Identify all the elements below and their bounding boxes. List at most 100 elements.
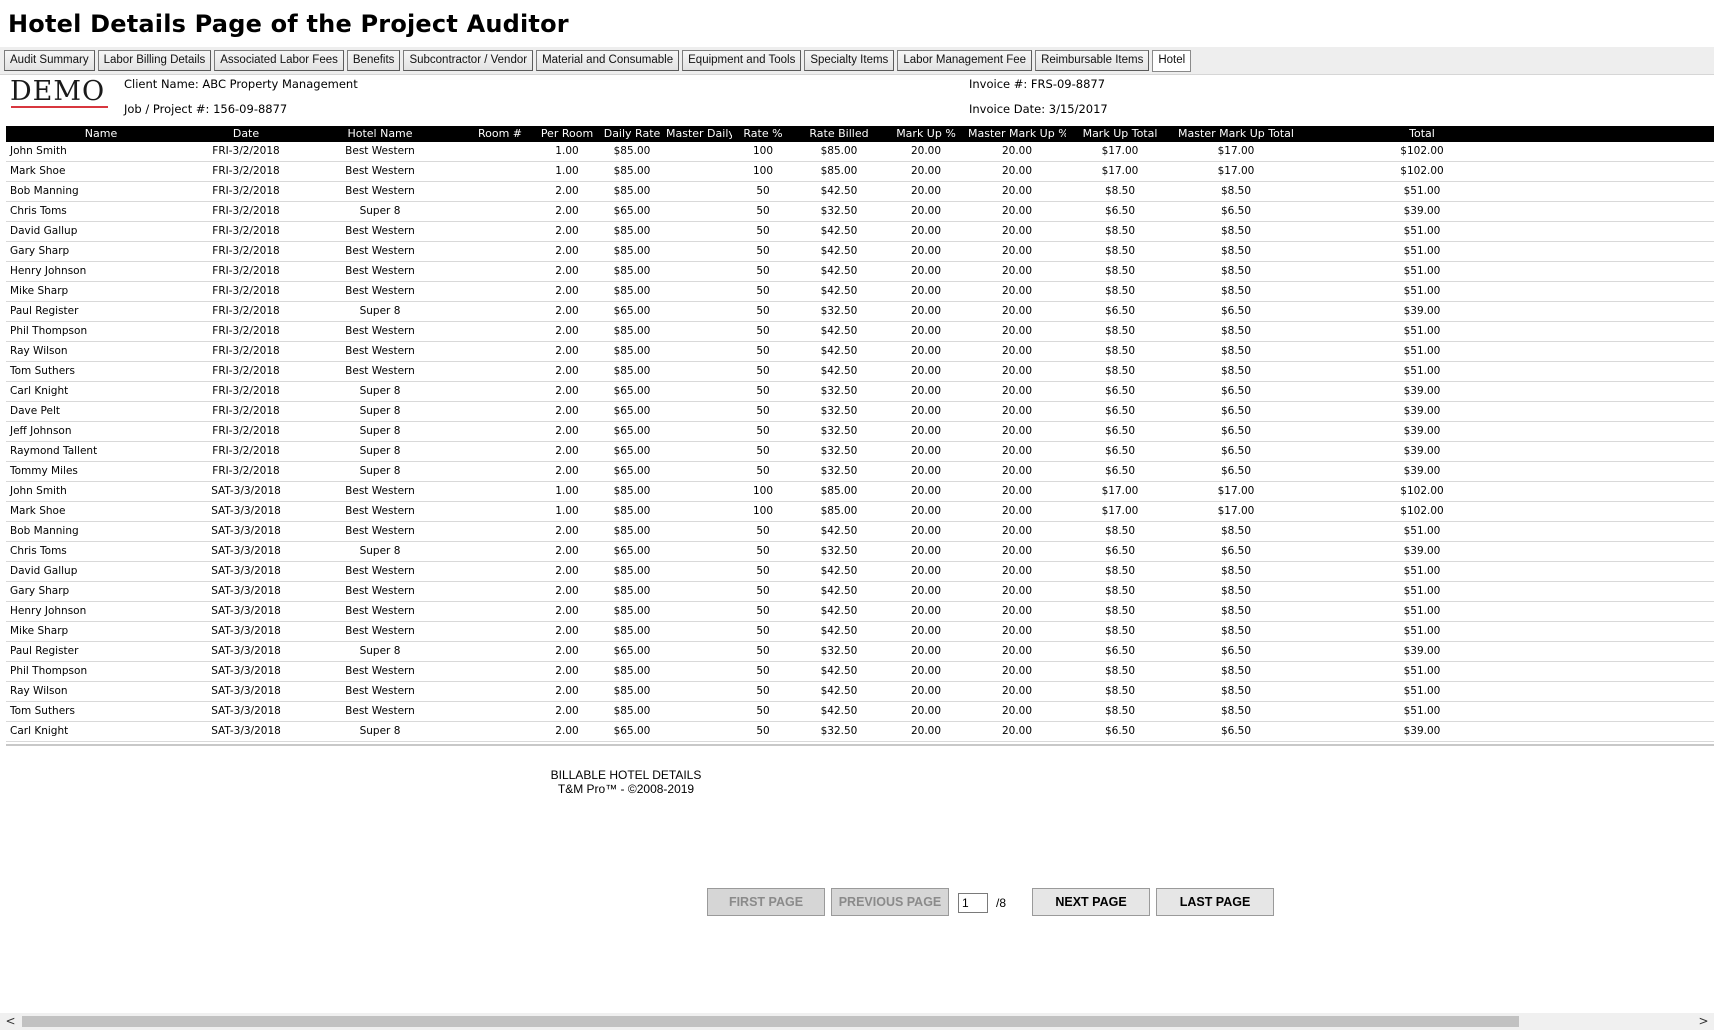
table-cell: 20.00: [968, 361, 1066, 382]
table-cell: $85.00: [794, 501, 884, 522]
table-cell: 20.00: [968, 581, 1066, 602]
tab-hotel[interactable]: Hotel: [1152, 50, 1192, 72]
table-cell: 20.00: [968, 221, 1066, 242]
scrollbar-thumb[interactable]: [22, 1016, 1519, 1027]
table-cell: $32.50: [794, 401, 884, 422]
tab-equipment-and-tools[interactable]: Equipment and Tools: [682, 50, 802, 71]
scroll-left-arrow-icon[interactable]: <: [2, 1013, 19, 1030]
table-row: Bob Manning SAT-3/3/2018 Best Western 2.00 $…: [6, 521, 1714, 542]
tab-specialty-items[interactable]: Specialty Items: [804, 50, 895, 71]
table-cell: [666, 261, 732, 282]
table-cell: [666, 201, 732, 222]
table-cell: David Gallup: [6, 221, 196, 242]
table-row: Tommy Miles FRI-3/2/2018 Super 8 2.00 $65.00…: [6, 461, 1714, 482]
table-cell: 20.00: [884, 621, 968, 642]
table-cell: 20.00: [968, 381, 1066, 402]
table-cell: $8.50: [1066, 561, 1174, 582]
table-cell: 2.00: [536, 221, 598, 242]
table-cell: $42.50: [794, 181, 884, 202]
first-page-button[interactable]: FIRST PAGE: [707, 888, 825, 916]
next-page-button[interactable]: NEXT PAGE: [1032, 888, 1150, 916]
table-cell: [666, 681, 732, 702]
table-cell: 2.00: [536, 201, 598, 222]
table-row: Tom Suthers FRI-3/2/2018 Best Western 2.00 $…: [6, 361, 1714, 382]
table-cell-spacer: [1546, 241, 1714, 262]
table-cell: 50: [732, 461, 794, 482]
table-cell-spacer: [1546, 301, 1714, 322]
tab-audit-summary[interactable]: Audit Summary: [4, 50, 95, 71]
table-cell-spacer: [1546, 481, 1714, 502]
table-cell: 20.00: [884, 441, 968, 462]
table-cell: [464, 621, 536, 642]
table-cell: $39.00: [1298, 641, 1546, 662]
table-cell: Ray Wilson: [6, 341, 196, 362]
table-cell: Best Western: [296, 281, 464, 302]
table-cell: $8.50: [1066, 281, 1174, 302]
table-cell: [464, 641, 536, 662]
table-cell: FRI-3/2/2018: [196, 341, 296, 362]
column-header: Rate %: [732, 126, 794, 142]
table-cell: Best Western: [296, 681, 464, 702]
table-cell: $17.00: [1066, 161, 1174, 182]
table-cell: Best Western: [296, 561, 464, 582]
horizontal-scrollbar[interactable]: < >: [0, 1013, 1714, 1030]
page-number-input[interactable]: [958, 893, 988, 913]
table-cell: $8.50: [1174, 601, 1298, 622]
table-cell: Best Western: [296, 321, 464, 342]
table-cell: $6.50: [1066, 441, 1174, 462]
table-cell: $85.00: [794, 481, 884, 502]
report-footer-title: BILLABLE HOTEL DETAILS: [550, 768, 702, 782]
table-cell: $8.50: [1174, 581, 1298, 602]
table-cell: 1.00: [536, 142, 598, 162]
table-cell: FRI-3/2/2018: [196, 161, 296, 182]
previous-page-button[interactable]: PREVIOUS PAGE: [831, 888, 949, 916]
table-cell: [666, 581, 732, 602]
table-cell: 50: [732, 421, 794, 442]
table-cell-spacer: [1546, 201, 1714, 222]
table-cell: 50: [732, 441, 794, 462]
table-cell: $8.50: [1174, 221, 1298, 242]
table-cell: 20.00: [884, 241, 968, 262]
table-row: Henry Johnson SAT-3/3/2018 Best Western 2.0…: [6, 601, 1714, 622]
tab-reimbursable-items[interactable]: Reimbursable Items: [1035, 50, 1150, 71]
tab-benefits[interactable]: Benefits: [346, 50, 401, 71]
scroll-right-arrow-icon[interactable]: >: [1695, 1013, 1712, 1030]
tab-labor-billing-details[interactable]: Labor Billing Details: [97, 50, 212, 71]
table-cell: [464, 361, 536, 382]
table-cell: $85.00: [598, 241, 666, 262]
table-cell: 50: [732, 661, 794, 682]
table-cell: $42.50: [794, 281, 884, 302]
table-cell: 20.00: [884, 601, 968, 622]
table-cell: $8.50: [1066, 361, 1174, 382]
table-cell: FRI-3/2/2018: [196, 281, 296, 302]
table-cell: $8.50: [1174, 681, 1298, 702]
table-cell: Best Western: [296, 581, 464, 602]
tab-associated-labor-fees[interactable]: Associated Labor Fees: [214, 50, 344, 71]
table-cell: $6.50: [1066, 381, 1174, 402]
table-cell: $51.00: [1298, 341, 1546, 362]
tab-subcontractor-vendor[interactable]: Subcontractor / Vendor: [403, 50, 534, 71]
table-cell: $51.00: [1298, 221, 1546, 242]
table-row: Carl Knight SAT-3/3/2018 Super 8 2.00 $65.00…: [6, 721, 1714, 742]
client-name: Client Name: ABC Property Management: [124, 77, 358, 91]
tab-material-and-consumable[interactable]: Material and Consumable: [536, 50, 680, 71]
table-cell: 50: [732, 221, 794, 242]
table-cell: $65.00: [598, 721, 666, 742]
table-cell: 20.00: [968, 681, 1066, 702]
table-cell: 2.00: [536, 621, 598, 642]
table-cell: $42.50: [794, 361, 884, 382]
tab-labor-management-fee[interactable]: Labor Management Fee: [897, 50, 1033, 71]
tab-bar: Audit Summary Labor Billing Details Associ…: [0, 47, 1714, 75]
table-row: David Gallup FRI-3/2/2018 Best Western 2.00…: [6, 221, 1714, 242]
table-cell-spacer: [1546, 621, 1714, 642]
table-cell: [666, 421, 732, 442]
table-cell: $6.50: [1174, 201, 1298, 222]
table-cell: $17.00: [1066, 481, 1174, 502]
table-cell: 50: [732, 701, 794, 722]
table-cell: $6.50: [1066, 421, 1174, 442]
table-cell: FRI-3/2/2018: [196, 381, 296, 402]
last-page-button[interactable]: LAST PAGE: [1156, 888, 1274, 916]
table-cell: 50: [732, 541, 794, 562]
table-cell: FRI-3/2/2018: [196, 261, 296, 282]
table-row: Gary Sharp FRI-3/2/2018 Best Western 2.00 $8…: [6, 241, 1714, 262]
